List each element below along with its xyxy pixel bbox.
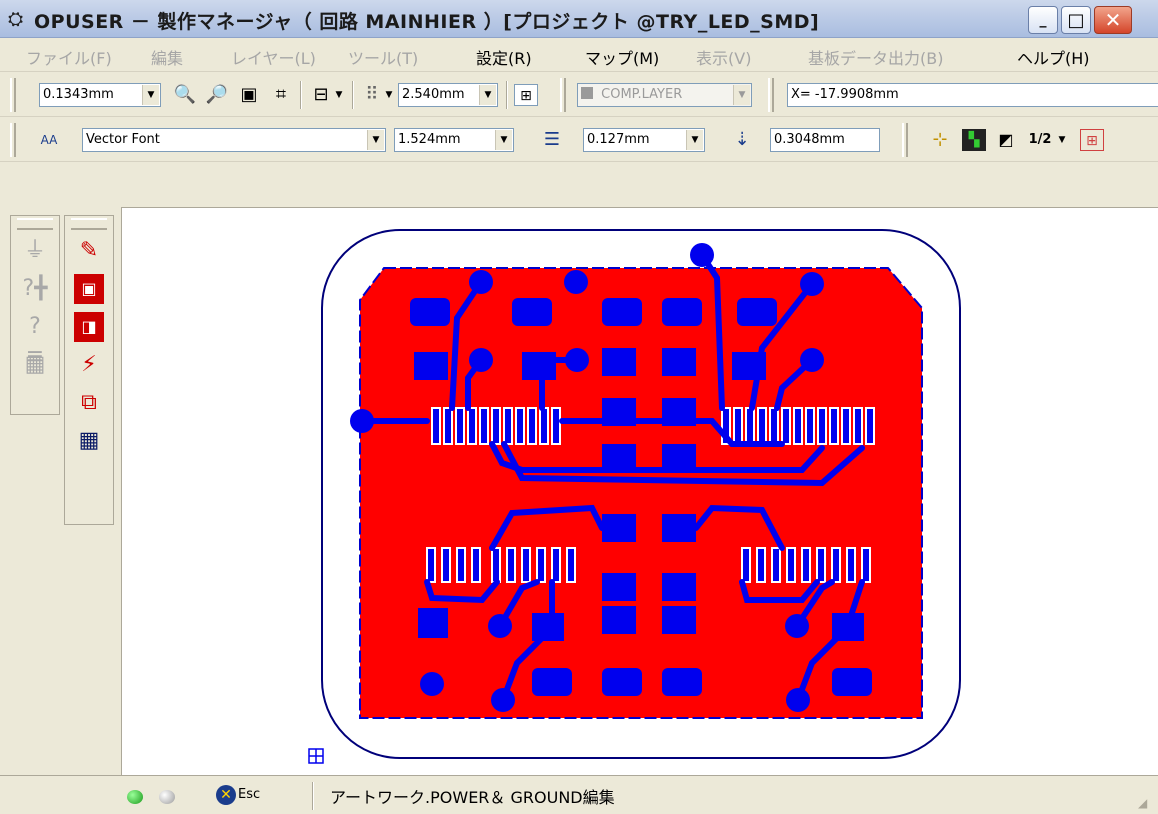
copper-fill-icon[interactable]: ▣ [74,274,104,304]
pattern-icon[interactable]: ▦ [20,350,50,380]
menu-file[interactable]: ファイル(F) [26,45,112,69]
resize-grip-icon[interactable]: ◢ [1138,796,1147,810]
artwork-tool-strip: ✎ ▣ ◨ ⚡ ⧉ ▦ [64,215,114,525]
toolbar-separator [506,81,508,109]
minimize-icon: _ [1039,12,1047,28]
component-icon[interactable]: ⏚ [20,236,50,266]
toolbar-grip[interactable] [17,218,53,230]
line-width-icon: ☰ [543,129,561,150]
zoom-out-icon[interactable]: 🔎 [205,84,229,106]
coordinate-value: X= -17.9908mm [791,87,899,102]
query-pin-icon[interactable]: ?╋ [20,274,50,304]
fit-width-icon[interactable]: ⊟ [309,84,333,106]
layer-swatch-icon [581,87,593,99]
chevron-down-icon[interactable]: ▼ [1056,129,1068,151]
maximize-button[interactable]: □ [1061,6,1091,34]
layer-color-icon[interactable]: ▚ [962,129,986,151]
copper-pour [359,267,923,719]
grid-value: 2.540mm [402,87,465,102]
close-icon: ✕ [1104,8,1122,32]
menu-bar: ファイル(F) 編集 レイヤー(L) ツール(T) 設定(R) マップ(M) 表… [0,38,1158,72]
chevron-down-icon[interactable]: ▼ [383,84,395,106]
zoom-value: 0.1343mm [43,87,114,102]
toolbar-grip[interactable] [902,123,908,157]
query-list-icon[interactable]: ?≡ [20,312,50,369]
pcb-drawing[interactable] [122,208,1158,775]
menu-edit[interactable]: 編集 [151,45,183,69]
coordinate-readout: X= -17.9908mm [787,83,1158,107]
zoom-window-icon[interactable]: ▣ [237,84,261,106]
menu-layer[interactable]: レイヤー(L) [231,45,316,69]
chevron-down-icon[interactable]: ▼ [495,130,512,150]
copper-cut-icon[interactable]: ◨ [74,312,104,342]
grid-select-icon[interactable]: ▦ [74,426,104,456]
copy-region-icon[interactable]: ⧉ [74,388,104,418]
pcb-canvas[interactable] [121,207,1158,775]
clearance-icon: ⇣ [734,129,750,150]
clearance-field[interactable]: 0.3048mm [770,128,880,152]
lightning-icon[interactable]: ⚡ [74,350,104,380]
status-green-icon [127,790,143,804]
status-bar: ✕ Esc アートワーク.POWER＆ GROUND編集 ◢ [0,775,1158,814]
origin-marker [308,748,324,764]
line-width-value: 0.127mm [587,132,650,147]
menu-help[interactable]: ヘルプ(H) [1017,45,1090,69]
grid-dots-icon[interactable]: ⠿ [360,84,384,106]
menu-board-output[interactable]: 基板データ出力(B) [808,45,943,69]
toolbar-separator [352,81,354,109]
chevron-down-icon[interactable]: ▼ [333,84,345,106]
status-message: アートワーク.POWER＆ GROUND編集 [330,788,615,807]
chevron-down-icon[interactable]: ▼ [686,130,703,150]
toolbar-grip[interactable] [768,78,774,112]
font-value: Vector Font [86,132,160,147]
window-title: OPUSER － 製作マネージャ（ 回路 MAINHIER ）[プロジェクト @… [34,11,820,33]
layer-combo[interactable]: COMP.LAYER ▼ [577,83,752,107]
font-icon: AA [40,133,58,147]
chevron-down-icon[interactable]: ▼ [367,130,384,150]
layer-value: COMP.LAYER [601,87,683,102]
escape-label[interactable]: Esc [238,787,260,802]
chevron-down-icon[interactable]: ▼ [142,85,159,105]
toolbar-grip[interactable] [10,123,16,157]
toolbar-grip[interactable] [71,218,107,230]
pcb-app-icon[interactable]: ⛭ [8,9,23,29]
layer-select-icon[interactable]: ◩ [994,129,1018,151]
menu-settings[interactable]: 設定(R) [476,45,532,69]
title-bar[interactable]: ⛭ OPUSER － 製作マネージャ（ 回路 MAINHIER ）[プロジェクト… [0,0,1158,38]
maximize-icon: □ [1067,9,1085,31]
toolbar-separator [300,81,302,109]
crosshair-icon[interactable]: ⊹ [928,129,952,151]
menu-view[interactable]: 表示(V) [696,45,751,69]
route-pen-icon[interactable]: ✎ [74,236,104,266]
disabled-tool-strip: ⏚ ?╋ ?≡ ▦ [10,215,60,415]
snap-grid-icon[interactable]: ⊞ [514,84,538,106]
escape-icon[interactable]: ✕ [216,785,236,805]
chevron-down-icon[interactable]: ▼ [479,85,496,105]
view-toolbar: 0.1343mm ▼ 🔍 🔎 ▣ ⌗ ⊟ ▼ ⠿ ▼ 2.540mm ▼ ⊞ C… [0,73,1158,117]
clearance-value: 0.3048mm [774,132,845,147]
half-scale-icon[interactable]: 1/2 [1025,129,1055,151]
minimize-button[interactable]: _ [1028,6,1058,34]
status-separator [312,782,314,810]
zoom-combo[interactable]: 0.1343mm ▼ [39,83,161,107]
menu-map[interactable]: マップ(M) [585,45,659,69]
zoom-in-icon[interactable]: 🔍 [173,84,197,106]
toolbar-grip[interactable] [560,78,566,112]
text-size-value: 1.524mm [398,132,461,147]
font-combo[interactable]: Vector Font ▼ [82,128,386,152]
format-toolbar: AA Vector Font ▼ 1.524mm ▼ ☰ 0.127mm ▼ ⇣… [0,118,1158,162]
line-width-combo[interactable]: 0.127mm ▼ [583,128,705,152]
text-size-combo[interactable]: 1.524mm ▼ [394,128,514,152]
menu-tool[interactable]: ツール(T) [348,45,418,69]
chevron-down-icon[interactable]: ▼ [733,85,750,105]
grid-combo[interactable]: 2.540mm ▼ [398,83,498,107]
zoom-fit-icon[interactable]: ⌗ [269,84,293,106]
toolbar-grip[interactable] [10,78,16,112]
status-gray-icon [159,790,175,804]
mark-icon[interactable]: ⊞ [1080,129,1104,151]
close-button[interactable]: ✕ [1094,6,1132,34]
